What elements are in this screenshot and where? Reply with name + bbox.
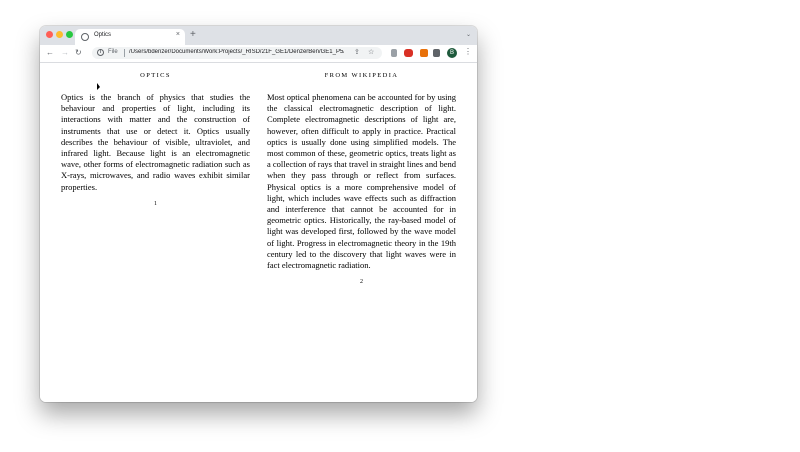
- close-tab-icon[interactable]: ×: [176, 31, 180, 38]
- tab-bar: Optics × + ⌄: [40, 26, 477, 45]
- browser-toolbar: ← → ↻ i File /Users/bdenzer/Documents/Wo…: [40, 45, 477, 63]
- address-bar[interactable]: i File /Users/bdenzer/Documents/Work:Pro…: [92, 47, 382, 59]
- right-heading: FROM WIKIPEDIA: [324, 72, 399, 79]
- page-left: OPTICS Optics is the branch of physics t…: [61, 72, 250, 207]
- tab-optics[interactable]: Optics ×: [75, 29, 185, 45]
- reading-list-icon[interactable]: [391, 49, 397, 57]
- forward-button[interactable]: →: [61, 48, 69, 58]
- page-content: OPTICS Optics is the branch of physics t…: [40, 63, 477, 402]
- close-window-button[interactable]: [46, 31, 53, 38]
- maximize-window-button[interactable]: [66, 31, 73, 38]
- new-tab-button[interactable]: +: [190, 29, 196, 41]
- extension-red-icon[interactable]: [404, 49, 413, 57]
- reload-button[interactable]: ↻: [75, 48, 82, 58]
- browser-window: Optics × + ⌄ ← → ↻ i File /Users/bdenzer…: [40, 26, 477, 402]
- profile-avatar[interactable]: B: [447, 48, 457, 58]
- share-icon[interactable]: ⇪: [354, 48, 360, 56]
- address-url[interactable]: /Users/bdenzer/Documents/Work:Projects/_…: [129, 49, 344, 55]
- tab-search-icon[interactable]: ⌄: [466, 31, 471, 38]
- left-paragraph: Optics is the branch of physics that stu…: [61, 92, 250, 192]
- extensions-puzzle-icon[interactable]: [433, 49, 440, 57]
- right-page-number: 2: [360, 279, 363, 286]
- info-icon[interactable]: i: [97, 49, 104, 56]
- bookmark-star-icon[interactable]: ☆: [368, 48, 374, 56]
- extension-orange-icon[interactable]: [420, 49, 428, 57]
- left-heading: OPTICS: [140, 72, 171, 79]
- page-right: FROM WIKIPEDIA Most optical phenomena ca…: [267, 72, 456, 285]
- left-page-number: 1: [154, 200, 157, 207]
- globe-icon: [81, 33, 89, 41]
- minimize-window-button[interactable]: [56, 31, 63, 38]
- tab-title: Optics: [94, 32, 112, 38]
- menu-icon[interactable]: ⋮: [464, 47, 472, 56]
- right-paragraph: Most optical phenomena can be accounted …: [267, 92, 456, 271]
- address-separator: [124, 49, 125, 57]
- back-button[interactable]: ←: [46, 48, 54, 58]
- address-scheme: File: [108, 49, 118, 55]
- mouse-pointer-icon: [97, 83, 100, 90]
